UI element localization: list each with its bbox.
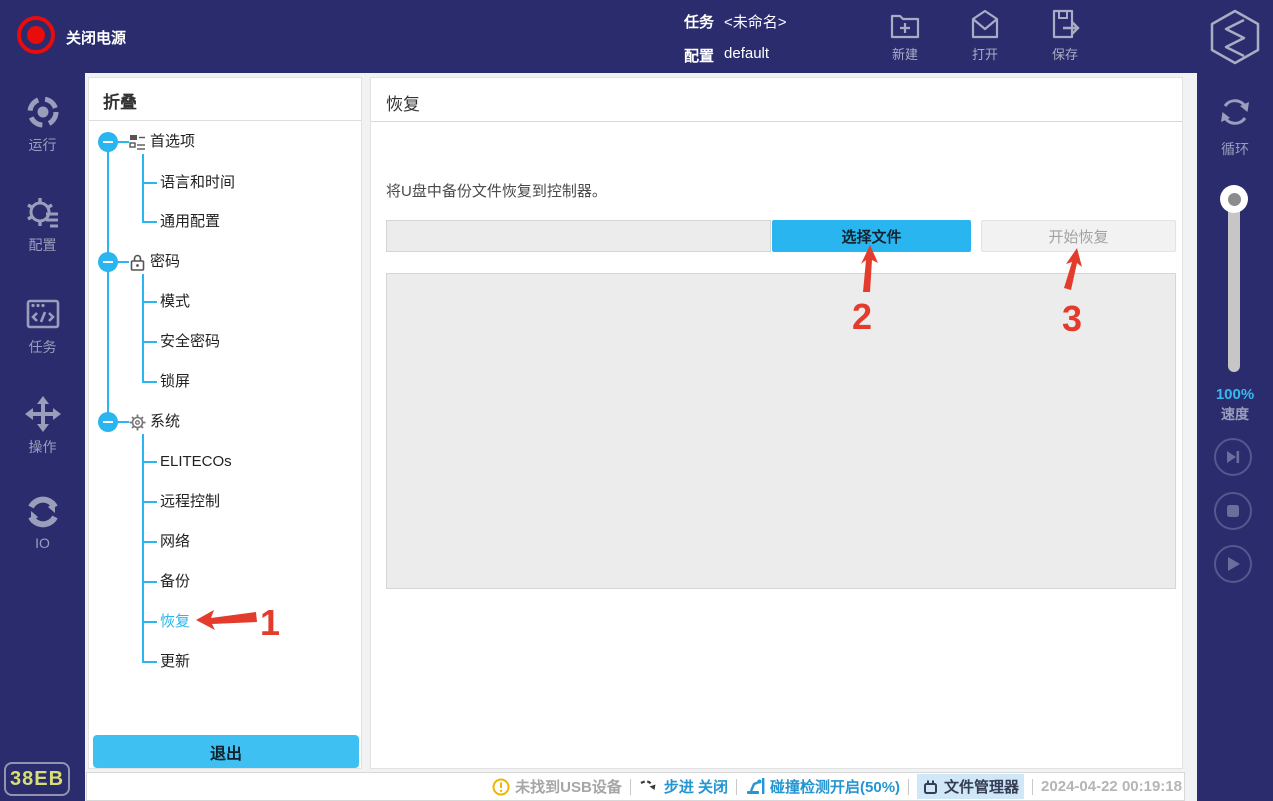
hierarchy-icon xyxy=(129,134,146,151)
play-button[interactable] xyxy=(1214,545,1252,583)
step-icon xyxy=(639,778,659,796)
tree-group-password[interactable]: 密码 xyxy=(150,252,180,272)
restore-description: 将U盘中备份文件恢复到控制器。 xyxy=(386,180,607,201)
task-icon xyxy=(24,295,62,333)
exit-button[interactable]: 退出 xyxy=(93,735,359,768)
sidebar-item-run[interactable]: 运行 xyxy=(0,93,85,155)
open-button[interactable]: 打开 xyxy=(958,7,1012,63)
sidebar-item-operate[interactable]: 操作 xyxy=(0,395,85,457)
divider xyxy=(371,121,1182,122)
run-icon xyxy=(24,93,62,131)
collision-status[interactable]: 碰撞检测开启(50%) xyxy=(745,776,900,797)
file-manager-button[interactable]: 文件管理器 xyxy=(917,774,1024,799)
tree-item-language-time[interactable]: 语言和时间 xyxy=(160,173,235,193)
collapse-toggle-preferences[interactable] xyxy=(98,132,118,152)
lock-icon xyxy=(129,254,146,271)
collision-icon xyxy=(745,777,765,796)
sidebar-item-task[interactable]: 任务 xyxy=(0,295,85,357)
shutdown-button[interactable]: 关闭电源 xyxy=(66,27,126,48)
collapse-toggle-system[interactable] xyxy=(98,412,118,432)
new-button[interactable]: 新建 xyxy=(878,7,932,63)
statusbar-separator xyxy=(908,779,909,795)
config-value: default xyxy=(724,45,769,66)
stop-icon xyxy=(1226,504,1240,518)
gear-icon xyxy=(129,414,146,431)
task-label: 任务 xyxy=(684,11,714,32)
sidebar-item-config[interactable]: 配置 xyxy=(0,193,85,255)
tree-item-update[interactable]: 更新 xyxy=(160,652,190,672)
usb-icon xyxy=(922,778,939,795)
speed-slider-track[interactable] xyxy=(1228,199,1240,372)
right-sidebar: 循环 100% 速度 xyxy=(1197,73,1273,801)
stop-button[interactable] xyxy=(1214,492,1252,530)
start-restore-button[interactable]: 开始恢复 xyxy=(981,220,1176,252)
safety-code-badge: 38EB xyxy=(4,762,70,796)
usb-status: 未找到USB设备 xyxy=(492,776,622,797)
step-next-button[interactable] xyxy=(1214,438,1252,476)
restore-panel: 恢复 将U盘中备份文件恢复到控制器。 选择文件 开始恢复 xyxy=(370,77,1183,769)
divider xyxy=(89,120,361,121)
tree-item-network[interactable]: 网络 xyxy=(160,532,190,552)
brand-logo-icon xyxy=(1206,8,1264,66)
file-path-input[interactable] xyxy=(386,220,771,252)
tree-item-safety-password[interactable]: 安全密码 xyxy=(160,332,220,352)
operate-icon xyxy=(24,395,62,433)
collapse-toggle-password[interactable] xyxy=(98,252,118,272)
tree-item-mode[interactable]: 模式 xyxy=(160,292,190,312)
page-title: 恢复 xyxy=(386,90,420,115)
io-icon xyxy=(24,493,62,531)
left-sidebar: 运行 配置 xyxy=(0,73,85,801)
task-row: 任务 <未命名> xyxy=(684,11,787,32)
topbar-actions: 新建 打开 保存 xyxy=(878,7,1092,63)
app-window: 关闭电源 任务 <未命名> 配置 default 新建 打开 xyxy=(0,0,1273,801)
tree-group-system[interactable]: 系统 xyxy=(150,412,180,432)
save-icon xyxy=(1049,7,1081,41)
warning-icon xyxy=(492,778,510,796)
tree-item-lock-screen[interactable]: 锁屏 xyxy=(160,372,190,392)
speed-value: 100% xyxy=(1197,386,1273,403)
sidebar-item-io[interactable]: IO xyxy=(0,493,85,551)
statusbar-separator xyxy=(630,779,631,795)
config-icon xyxy=(24,193,62,231)
play-icon xyxy=(1226,556,1241,572)
skip-icon xyxy=(1225,449,1241,465)
step-status[interactable]: 步进 关闭 xyxy=(639,776,728,797)
tree-group-preferences[interactable]: 首选项 xyxy=(150,132,195,152)
task-value: <未命名> xyxy=(724,11,787,32)
config-row: 配置 default xyxy=(684,45,769,66)
tree-item-elitecos[interactable]: ELITECOs xyxy=(160,452,232,472)
statusbar-separator xyxy=(736,779,737,795)
save-button[interactable]: 保存 xyxy=(1038,7,1092,63)
open-icon xyxy=(969,7,1001,41)
tree-item-general-config[interactable]: 通用配置 xyxy=(160,212,220,232)
speed-slider-handle[interactable] xyxy=(1220,185,1248,213)
tree-item-backup[interactable]: 备份 xyxy=(160,572,190,592)
select-file-button[interactable]: 选择文件 xyxy=(772,220,971,252)
config-label: 配置 xyxy=(684,45,714,66)
tree-item-remote-control[interactable]: 远程控制 xyxy=(160,492,220,512)
collapse-header[interactable]: 折叠 xyxy=(103,88,137,113)
new-icon xyxy=(889,7,921,41)
loop-icon xyxy=(1216,93,1254,131)
restore-file-list xyxy=(386,273,1176,589)
loop-label: 循环 xyxy=(1197,139,1273,159)
statusbar-separator xyxy=(1032,779,1033,795)
datetime: 2024-04-22 00:19:18 xyxy=(1041,778,1182,795)
settings-tree-panel: 折叠 首选项 语言和时间 通用配置 密码 模式 安全密码 锁屏 xyxy=(88,77,362,769)
speed-label: 速度 xyxy=(1197,404,1273,424)
topbar: 关闭电源 任务 <未命名> 配置 default 新建 打开 xyxy=(0,0,1273,73)
power-dot xyxy=(27,26,45,44)
tree-connector xyxy=(107,142,109,422)
power-icon[interactable] xyxy=(17,16,55,54)
statusbar: 未找到USB设备 步进 关闭 碰撞检测开启(50%) xyxy=(86,772,1185,801)
tree-item-restore[interactable]: 恢复 xyxy=(160,612,190,632)
